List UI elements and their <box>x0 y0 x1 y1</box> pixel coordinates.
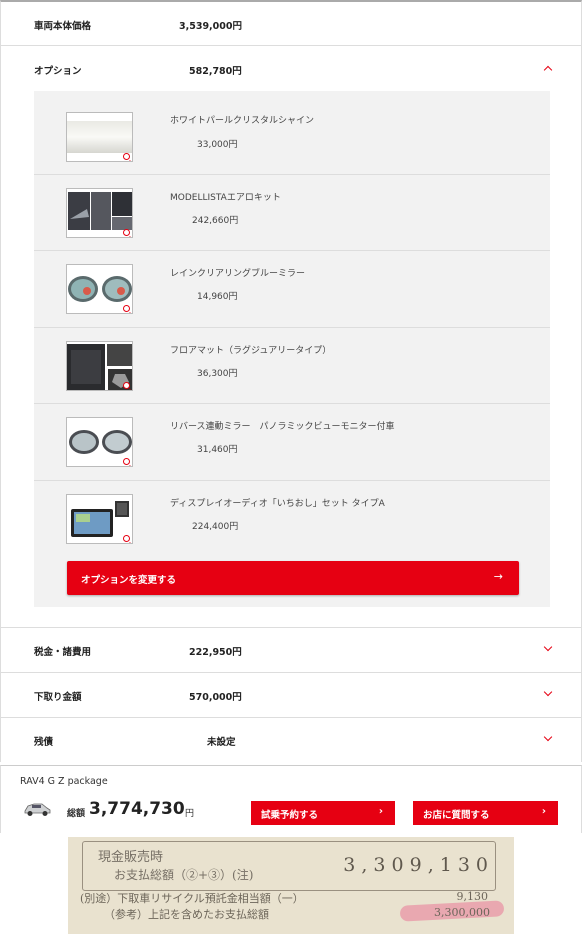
option-price: 242,660円 <box>192 216 239 226</box>
chevron-down-icon[interactable] <box>543 687 553 697</box>
balance-label: 残債 <box>34 737 54 748</box>
options-label: オプション <box>34 66 82 77</box>
tax-value: 222,950円 <box>189 647 242 658</box>
receipt-recycle-label: (別途）下取車リサイクル預託金相当額（一） <box>80 892 304 905</box>
options-header[interactable]: オプション 582,780円 <box>1 46 581 90</box>
test-drive-button[interactable]: 試乗予約する › <box>251 801 395 825</box>
zoom-icon[interactable] <box>123 382 130 389</box>
body-price-value: 3,539,000円 <box>179 21 242 32</box>
ask-store-label: お店に質問する <box>423 810 490 821</box>
tax-label: 税金・諸費用 <box>34 647 92 658</box>
zoom-icon[interactable] <box>123 305 130 312</box>
zoom-icon[interactable] <box>123 535 130 542</box>
receipt-reference-value: 3,300,000 <box>434 906 490 919</box>
chevron-up-icon[interactable] <box>543 65 553 75</box>
option-thumbnail[interactable] <box>66 494 133 544</box>
receipt-payment-label: お支払総額（②+③）(注) <box>114 868 254 882</box>
options-panel: ホワイトパールクリスタルシャイン 33,000円 MODELLISTAエアロキッ <box>34 91 550 607</box>
zoom-icon[interactable] <box>123 153 130 160</box>
summary-bar: RAV4 G Z package 総額 3,774,730 円 試乗予約する ›… <box>0 765 582 833</box>
tradein-value: 570,000円 <box>189 692 242 703</box>
option-name: リバース連動ミラー パノラミックビューモニター付車 <box>170 422 395 432</box>
zoom-icon[interactable] <box>123 229 130 236</box>
car-model-title: RAV4 G Z package <box>20 776 108 787</box>
row-balance[interactable]: 残債 未設定 <box>1 718 581 762</box>
chevron-down-icon[interactable] <box>543 642 553 652</box>
option-price: 31,460円 <box>197 445 238 455</box>
option-name: MODELLISTAエアロキット <box>170 193 281 203</box>
option-item: リバース連動ミラー パノラミックビューモニター付車 31,460円 <box>34 404 550 481</box>
total-unit: 円 <box>185 809 195 819</box>
row-tradein[interactable]: 下取り金額 570,000円 <box>1 673 581 718</box>
row-tax[interactable]: 税金・諸費用 222,950円 <box>1 628 581 673</box>
receipt-cash-label: 現金販売時 <box>98 850 164 865</box>
test-drive-label: 試乗予約する <box>261 810 319 821</box>
balance-value: 未設定 <box>207 737 236 748</box>
row-options: オプション 582,780円 ホワイトパールクリスタルシャイン 33,000円 <box>1 46 581 628</box>
option-item: レインクリアリングブルーミラー 14,960円 <box>34 251 550 328</box>
receipt-photo: 現金販売時 お支払総額（②+③）(注) 3,309,130 (別途）下取車リサイ… <box>68 837 514 934</box>
option-thumbnail[interactable] <box>66 188 133 238</box>
option-item: MODELLISTAエアロキット 242,660円 <box>34 175 550 251</box>
receipt-reference-label: （参考）上記を含めたお支払総額 <box>104 908 269 921</box>
tradein-label: 下取り金額 <box>34 692 82 703</box>
option-name: ディスプレイオーディオ「いちおし」セット タイプA <box>170 499 385 509</box>
option-price: 224,400円 <box>192 522 239 532</box>
option-thumbnail[interactable] <box>66 264 133 314</box>
total-value: 3,774,730 <box>89 799 185 819</box>
option-price: 14,960円 <box>197 292 238 302</box>
option-item: フロアマット（ラグジュアリータイプ） 36,300円 <box>34 328 550 404</box>
total-label: 総額 <box>67 809 86 819</box>
car-icon <box>24 803 51 816</box>
row-body-price: 車両本体価格 3,539,000円 <box>1 2 581 46</box>
option-name: レインクリアリングブルーミラー <box>170 269 306 279</box>
option-price: 36,300円 <box>197 369 238 379</box>
chevron-right-icon: › <box>378 806 383 817</box>
body-price-label: 車両本体価格 <box>34 21 92 32</box>
change-options-button[interactable]: オプションを変更する → <box>67 561 519 595</box>
option-name: ホワイトパールクリスタルシャイン <box>170 116 315 126</box>
option-thumbnail[interactable] <box>66 112 133 162</box>
options-value: 582,780円 <box>189 66 242 77</box>
ask-store-button[interactable]: お店に質問する › <box>413 801 558 825</box>
option-item: ホワイトパールクリスタルシャイン 33,000円 <box>34 91 550 175</box>
change-options-label: オプションを変更する <box>81 575 177 586</box>
price-breakdown: 車両本体価格 3,539,000円 オプション 582,780円 ホワイトパール… <box>0 0 582 762</box>
option-price: 33,000円 <box>197 140 238 150</box>
chevron-right-icon: › <box>541 806 546 817</box>
chevron-down-icon[interactable] <box>543 732 553 742</box>
arrow-right-icon: → <box>493 570 503 583</box>
option-thumbnail[interactable] <box>66 417 133 467</box>
zoom-icon[interactable] <box>123 458 130 465</box>
receipt-total: 3,309,130 <box>343 854 494 876</box>
option-thumbnail[interactable] <box>66 341 133 391</box>
option-name: フロアマット（ラグジュアリータイプ） <box>170 346 332 356</box>
